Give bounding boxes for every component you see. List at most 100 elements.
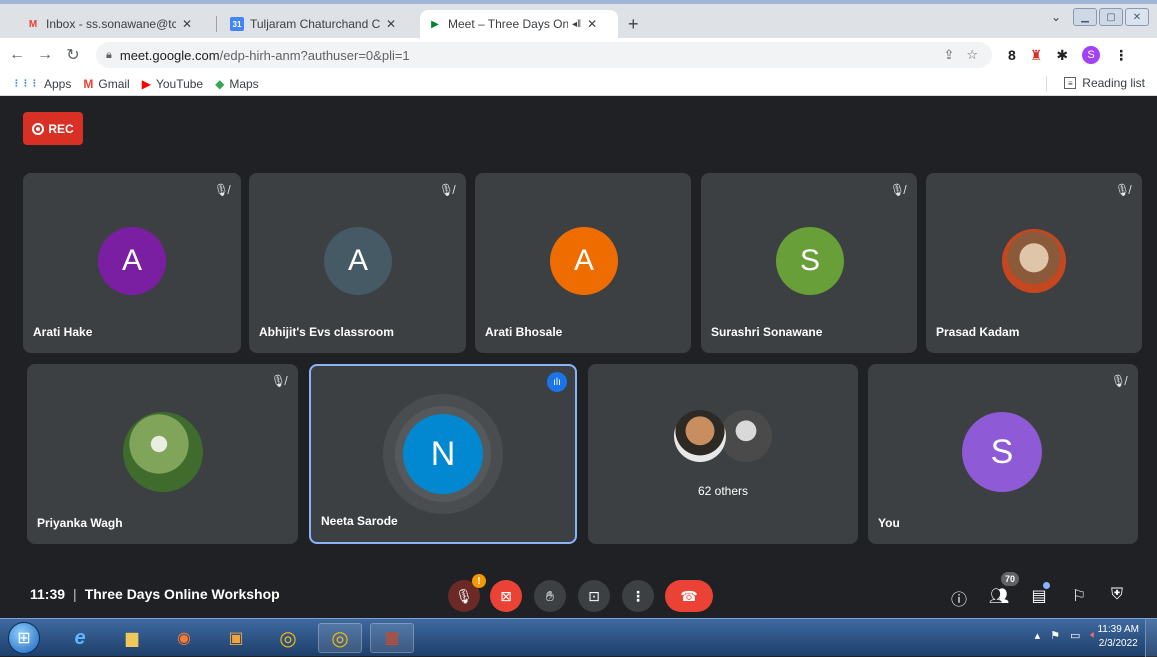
avatar: A bbox=[98, 227, 166, 295]
reading-list-button[interactable]: ≡ Reading list bbox=[1064, 76, 1145, 90]
reading-list-icon: ≡ bbox=[1064, 77, 1077, 89]
new-tab-button[interactable]: + bbox=[628, 14, 639, 35]
extension-icon[interactable]: 8 bbox=[1008, 47, 1016, 63]
bookmark-label: YouTube bbox=[155, 76, 204, 91]
menu-kebab-icon[interactable]: ⋮ bbox=[1114, 47, 1128, 64]
activities-icon[interactable]: ⚐ bbox=[1068, 586, 1090, 606]
host-controls-icon[interactable]: ⛨ bbox=[1106, 586, 1128, 604]
raise-hand-button[interactable]: ✋︎ bbox=[534, 580, 566, 612]
participant-name: Prasad Kadam bbox=[936, 325, 1020, 339]
bookmark-apps[interactable]: ⋮⋮⋮ Apps bbox=[12, 77, 71, 91]
bookmark-star-icon[interactable]: ☆ bbox=[966, 47, 978, 63]
profile-avatar[interactable]: S bbox=[1082, 46, 1101, 64]
bookmark-maps[interactable]: ◆ Maps bbox=[215, 77, 259, 91]
file-explorer-icon[interactable]: ▆ bbox=[110, 623, 154, 653]
tab-gmail-inbox[interactable]: M Inbox - ss.sonawane@tccollege.c ✕ bbox=[18, 10, 200, 38]
participant-tile[interactable]: 🎙︎̸ Priyanka Wagh bbox=[27, 364, 298, 544]
chat-icon[interactable]: ▤ bbox=[1028, 586, 1050, 606]
avatar-photo bbox=[674, 410, 726, 462]
calendar-icon: 31 bbox=[230, 17, 244, 31]
meeting-title: Three Days Online Workshop bbox=[84, 586, 280, 602]
bookmarks-bar: ⋮⋮⋮ Apps M Gmail ▶ YouTube ◆ Maps ≡ Read… bbox=[0, 72, 1157, 96]
participant-tile[interactable]: 🎙︎̸ Prasad Kadam bbox=[926, 173, 1142, 353]
clock-date: 2/3/2022 bbox=[1098, 638, 1138, 649]
address-bar[interactable]: 🔒︎ meet.google.com/edp-hirh-anm?authuser… bbox=[96, 42, 992, 68]
participant-tile[interactable]: 🎙︎̸ A Abhijit's Evs classroom bbox=[249, 173, 466, 353]
participant-tile-active-speaker[interactable]: ılı N Neeta Sarode bbox=[309, 364, 577, 544]
bookmark-youtube[interactable]: ▶ YouTube bbox=[142, 77, 203, 91]
tab-meet[interactable]: ▶ Meet – Three Days Online W ◂ǁ ✕ bbox=[420, 10, 618, 38]
network-icon[interactable]: ▭ bbox=[1070, 629, 1080, 642]
flag-icon[interactable]: ⚑ bbox=[1050, 629, 1060, 642]
windows-taskbar: ⊞ e ▆ ◉ ▣ ◎ ◎ ▦ ▴ ⚑ ▭ 🔈︎ 11:39 AM 2/3/20… bbox=[0, 618, 1157, 657]
participant-name: Arati Hake bbox=[33, 325, 93, 339]
avatar: N bbox=[403, 414, 483, 494]
close-window-button[interactable]: ✕ bbox=[1125, 8, 1149, 26]
gmail-icon: M bbox=[28, 18, 38, 30]
tray-arrow-icon[interactable]: ▴ bbox=[1035, 629, 1041, 642]
present-screen-button[interactable]: ⊡ bbox=[578, 580, 610, 612]
tab-search-icon[interactable]: ⌄ bbox=[1051, 10, 1061, 24]
windows-start-icon[interactable]: ⊞ bbox=[8, 622, 40, 654]
back-icon[interactable]: ← bbox=[6, 46, 28, 64]
tab-college[interactable]: 31 Tuljaram Chaturchand College of ✕ bbox=[222, 10, 404, 38]
avatar-photo bbox=[1002, 229, 1066, 293]
browser-tab-strip: M Inbox - ss.sonawane@tccollege.c ✕ 31 T… bbox=[0, 0, 1157, 38]
participant-tile[interactable]: 🎙︎̸ A Arati Hake bbox=[23, 173, 241, 353]
mic-muted-icon: 🎙︎̸ bbox=[1110, 374, 1126, 388]
leave-call-button[interactable]: ☎︎ bbox=[665, 580, 713, 612]
audio-playing-icon[interactable]: ◂ǁ bbox=[572, 19, 581, 30]
maximize-button[interactable]: ▢ bbox=[1099, 8, 1123, 26]
taskbar-clock[interactable]: 11:39 AM 2/3/2022 bbox=[1097, 623, 1139, 651]
lock-icon[interactable]: 🔒︎ bbox=[106, 49, 112, 62]
bookmarks-separator bbox=[1046, 76, 1047, 92]
speaking-indicator-icon: ılı bbox=[547, 372, 567, 392]
minimize-button[interactable]: ▁ bbox=[1073, 8, 1097, 26]
recording-indicator[interactable]: REC bbox=[23, 112, 83, 145]
avatar-photo bbox=[123, 412, 203, 492]
forward-icon[interactable]: → bbox=[34, 46, 56, 64]
chrome-profile-icon[interactable]: ◎ bbox=[318, 623, 362, 653]
chrome-icon[interactable]: ◎ bbox=[266, 623, 310, 653]
mic-muted-icon: 🎙︎̸ bbox=[889, 183, 905, 197]
bookmark-label: Apps bbox=[44, 76, 72, 91]
reload-icon[interactable]: ↻ bbox=[62, 45, 84, 65]
self-tile[interactable]: 🎙︎̸ S You bbox=[868, 364, 1138, 544]
bookmark-label: Gmail bbox=[98, 76, 130, 91]
camera-toggle-button[interactable]: ⊠ bbox=[490, 580, 522, 612]
people-icon[interactable]: 👥︎ bbox=[988, 586, 1010, 606]
others-count: 62 others bbox=[697, 484, 749, 498]
tab-title: Meet – Three Days Online W bbox=[448, 17, 568, 31]
avatar: A bbox=[324, 227, 392, 295]
close-icon[interactable]: ✕ bbox=[587, 17, 597, 31]
hand-icon: ✋︎ bbox=[546, 587, 554, 604]
others-tile[interactable]: 62 others bbox=[588, 364, 858, 544]
tab-title: Tuljaram Chaturchand College of bbox=[250, 17, 380, 31]
window-controls: ⌄ ▁ ▢ ✕ bbox=[1051, 8, 1149, 26]
participant-tile[interactable]: A Arati Bhosale bbox=[475, 173, 691, 353]
close-icon[interactable]: ✕ bbox=[182, 17, 192, 31]
info-icon[interactable]: ⓘ bbox=[948, 586, 970, 610]
more-options-button[interactable]: ⋮ bbox=[622, 580, 654, 612]
volume-muted-icon[interactable]: 🔈︎ bbox=[1090, 629, 1097, 642]
extension-icon[interactable]: ♜ bbox=[1030, 47, 1043, 64]
meet-icon: ▶ bbox=[431, 18, 439, 30]
participant-tile[interactable]: 🎙︎̸ S Surashri Sonawane bbox=[701, 173, 917, 353]
participant-name: Neeta Sarode bbox=[321, 514, 398, 528]
puzzle-icon[interactable]: ✱ bbox=[1056, 47, 1068, 64]
internet-explorer-icon[interactable]: e bbox=[58, 623, 102, 653]
share-icon[interactable]: ⇪ bbox=[943, 47, 954, 63]
presentation-app-icon[interactable]: ▦ bbox=[370, 623, 414, 653]
media-player-icon[interactable]: ▣ bbox=[214, 623, 258, 653]
mic-off-icon: 🎙︎ bbox=[455, 587, 473, 604]
gmail-icon: M bbox=[83, 76, 94, 91]
bookmark-gmail[interactable]: M Gmail bbox=[83, 77, 129, 91]
show-desktop-button[interactable] bbox=[1145, 619, 1157, 657]
youtube-icon: ▶ bbox=[141, 76, 151, 91]
participant-name: Abhijit's Evs classroom bbox=[259, 325, 394, 339]
participant-name: You bbox=[878, 516, 900, 530]
meeting-time: 11:39 bbox=[30, 586, 66, 602]
avatar: S bbox=[776, 227, 844, 295]
firefox-icon[interactable]: ◉ bbox=[162, 623, 206, 653]
close-icon[interactable]: ✕ bbox=[386, 17, 396, 31]
